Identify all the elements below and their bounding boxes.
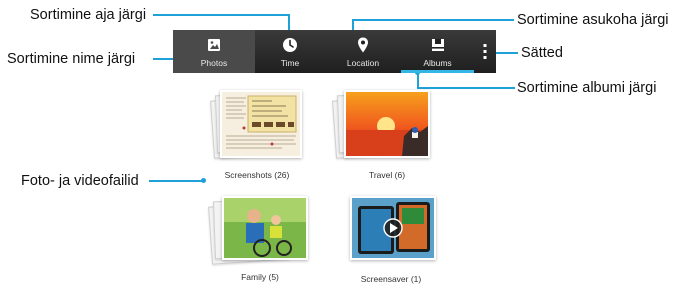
album-travel[interactable]: Travel (6) [332,88,442,180]
album-family[interactable]: Family (5) [208,194,312,282]
album-thumbnail [350,196,436,260]
album-thumbnail [344,90,430,158]
overflow-menu-button[interactable] [474,30,496,73]
tab-location-label: Location [346,58,380,68]
album-thumbnail [220,90,302,158]
album-screensaver[interactable]: Screensaver (1) [336,196,446,284]
album-screenshots[interactable]: Screenshots (26) [210,88,302,180]
overflow-menu-icon [483,44,487,59]
leader-line-files [149,180,203,182]
tab-location[interactable]: Location [325,30,401,73]
album-caption: Screensaver (1) [360,274,422,284]
leader-dot-files [201,178,206,183]
active-underline [401,70,474,73]
screenshot-thumbnail-image [222,92,300,156]
gallery-action-bar: Photos Time Location Albums [173,30,496,73]
tab-photos[interactable]: Photos [173,30,255,73]
album-caption: Travel (6) [368,170,406,180]
tab-time[interactable]: Time [255,30,325,73]
tab-albums-label: Albums [423,58,452,68]
play-icon [390,223,398,233]
album-caption: Screenshots (26) [224,170,290,180]
sunset-thumbnail-image [346,92,428,156]
album-thumbnail [222,196,308,260]
callout-sort-by-time: Sortimine aja järgi [30,7,147,23]
leader-line-location [352,19,514,21]
leader-line-time [153,14,290,16]
callout-sort-by-location: Sortimine asukoha järgi [517,12,669,28]
callout-sort-by-album: Sortimine albumi järgi [517,80,657,96]
callout-sort-by-name: Sortimine nime järgi [7,51,136,67]
tab-time-label: Time [280,58,300,68]
location-pin-icon [358,37,368,53]
family-thumbnail-image [224,198,306,258]
album-icon [431,39,444,51]
tab-albums[interactable]: Albums [401,30,474,73]
image-icon [208,39,220,51]
tab-photos-label: Photos [200,58,228,68]
callout-settings: Sätted [521,45,563,61]
callout-photo-video-files: Foto- ja videofailid [21,173,139,189]
clock-icon [283,38,297,52]
